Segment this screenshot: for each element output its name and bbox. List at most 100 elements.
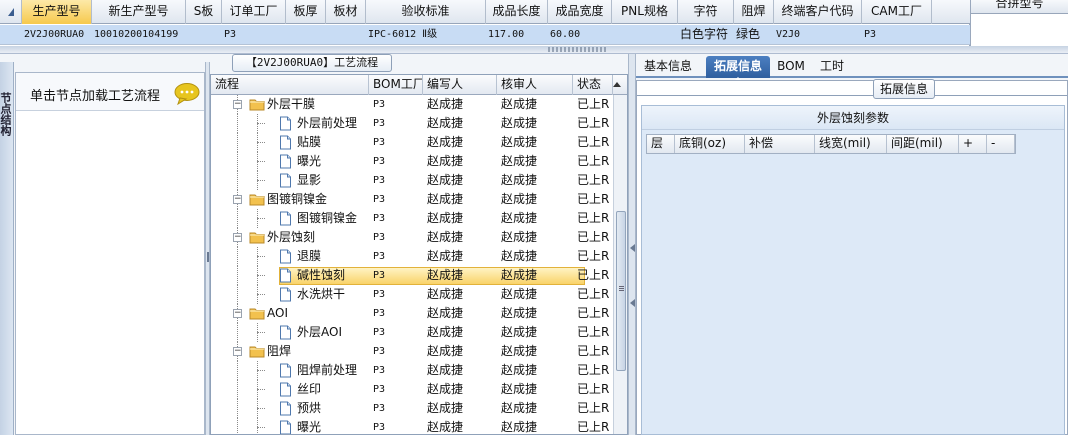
cell-product-width: 60.00 <box>550 29 581 40</box>
status: 已上R <box>577 325 610 339</box>
tree-step-row[interactable]: 水洗烘干 P3 赵成捷 赵成捷 已上R <box>211 285 613 304</box>
col-order-factory[interactable]: 订单工厂 <box>222 0 286 24</box>
bom-factory: P3 <box>373 99 386 110</box>
tab-bom[interactable]: BOM <box>774 56 808 78</box>
reviewer: 赵成捷 <box>501 154 538 168</box>
writer: 赵成捷 <box>427 420 464 434</box>
scrollbar-thumb[interactable] <box>616 211 626 371</box>
tree-step-row[interactable]: 曝光 P3 赵成捷 赵成捷 已上R <box>211 152 613 171</box>
tree-line <box>257 389 265 390</box>
order-grid: 生产型号 新生产型号 S板 订单工厂 板厚 板材 验收标准 成品长度 成品宽度 … <box>0 0 970 46</box>
col-product-length[interactable]: 成品长度 <box>486 0 548 24</box>
col-writer[interactable]: 编写人 <box>423 75 497 95</box>
col-status[interactable]: 状态 <box>573 75 613 95</box>
col-layer[interactable]: 层 <box>647 135 675 153</box>
col-character[interactable]: 字符 <box>678 0 734 24</box>
col-production-model[interactable]: 生产型号 <box>22 0 92 24</box>
tree-group-row[interactable]: − 图镀铜镍金 P3 赵成捷 赵成捷 已上R <box>211 190 613 209</box>
writer: 赵成捷 <box>427 154 464 168</box>
step-name: 阻焊前处理 <box>297 363 358 377</box>
folder-icon <box>249 192 265 209</box>
bom-factory: P3 <box>373 365 386 376</box>
tree-step-row[interactable]: 贴膜 P3 赵成捷 赵成捷 已上R <box>211 133 613 152</box>
step-name: 外层蚀刻 <box>267 230 316 244</box>
col-spacing[interactable]: 间距(mil) <box>887 135 959 153</box>
tab-extended-info[interactable]: 拓展信息 <box>706 56 770 81</box>
sort-up-icon[interactable] <box>613 82 621 87</box>
cell-thickness <box>286 25 326 45</box>
cell-new-production-model: 10010200104199 <box>94 29 179 40</box>
col-pnl-spec[interactable]: PNL规格 <box>612 0 678 24</box>
group-divider <box>637 95 1067 96</box>
col-line-width[interactable]: 线宽(mil) <box>815 135 887 153</box>
col-flow[interactable]: 流程 <box>211 75 369 95</box>
col-thickness[interactable]: 板厚 <box>286 0 326 24</box>
document-icon <box>279 211 292 229</box>
tree-step-row[interactable]: 碱性蚀刻 P3 赵成捷 赵成捷 已上R <box>211 266 613 285</box>
col-s-board[interactable]: S板 <box>186 0 222 24</box>
tree-step-row[interactable]: 曝光 P3 赵成捷 赵成捷 已上R <box>211 418 613 434</box>
col-new-production-model[interactable]: 新生产型号 <box>92 0 186 24</box>
tree-line <box>237 361 238 380</box>
col-acceptance-standard[interactable]: 验收标准 <box>366 0 486 24</box>
step-name: 曝光 <box>297 154 322 168</box>
tree-step-row[interactable]: 外层前处理 P3 赵成捷 赵成捷 已上R <box>211 114 613 133</box>
cell-s-board <box>186 25 222 45</box>
col-solder-mask[interactable]: 阻焊 <box>734 0 774 24</box>
tree-group-row[interactable]: − AOI P3 赵成捷 赵成捷 已上R <box>211 304 613 323</box>
splitter-grip[interactable] <box>548 47 608 52</box>
collapse-left-icon[interactable] <box>630 244 635 252</box>
tree-group-row[interactable]: − 外层蚀刻 P3 赵成捷 赵成捷 已上R <box>211 228 613 247</box>
writer: 赵成捷 <box>427 268 464 282</box>
status: 已上R <box>577 249 610 263</box>
tree-step-row[interactable]: 退膜 P3 赵成捷 赵成捷 已上R <box>211 247 613 266</box>
add-row-button[interactable]: + <box>959 135 987 153</box>
tab-work-hours[interactable]: 工时 <box>814 56 850 78</box>
tree-line <box>257 180 265 181</box>
col-cam-factory[interactable]: CAM工厂 <box>862 0 932 24</box>
col-product-width[interactable]: 成品宽度 <box>548 0 612 24</box>
tree-line <box>237 209 238 228</box>
status: 已上R <box>577 344 610 358</box>
col-compensation[interactable]: 补偿 <box>745 135 815 153</box>
collapse-toggle-icon[interactable]: − <box>233 100 242 109</box>
tab-basic-info[interactable]: 基本信息 <box>638 56 698 78</box>
document-icon <box>279 363 292 381</box>
process-scrollbar[interactable] <box>613 95 627 434</box>
col-bom-factory[interactable]: BOM工厂 <box>369 75 423 95</box>
collapse-toggle-icon[interactable]: − <box>233 309 242 318</box>
writer: 赵成捷 <box>427 249 464 263</box>
tree-step-row[interactable]: 图镀铜镍金 P3 赵成捷 赵成捷 已上R <box>211 209 613 228</box>
tree-group-row[interactable]: − 外层干膜 P3 赵成捷 赵成捷 已上R <box>211 95 613 114</box>
top-splitter[interactable] <box>0 46 1068 54</box>
cell-production-model: 2V2J00RUA0 <box>24 29 85 40</box>
col-customer-code[interactable]: 终端客户代码 <box>774 0 862 24</box>
col-base-copper[interactable]: 底铜(oz) <box>675 135 745 153</box>
col-material[interactable]: 板材 <box>326 0 366 24</box>
merge-model-box: 合拼型号 <box>970 0 1068 46</box>
right-splitter[interactable] <box>628 54 636 435</box>
tree-step-row[interactable]: 阻焊前处理 P3 赵成捷 赵成捷 已上R <box>211 361 613 380</box>
tree-step-row[interactable]: 外层AOI P3 赵成捷 赵成捷 已上R <box>211 323 613 342</box>
collapse-left-icon-2[interactable] <box>630 299 635 307</box>
tree-step-row[interactable]: 预烘 P3 赵成捷 赵成捷 已上R <box>211 399 613 418</box>
bom-factory: P3 <box>373 213 386 224</box>
remove-row-button[interactable]: - <box>987 135 1015 153</box>
step-name: 曝光 <box>297 420 322 434</box>
tree-line <box>237 285 238 304</box>
node-structure-tab[interactable]: 节点结构 <box>0 62 14 435</box>
tree-step-row[interactable]: 显影 P3 赵成捷 赵成捷 已上R <box>211 171 613 190</box>
bom-factory: P3 <box>373 232 386 243</box>
order-grid-row[interactable]: 2V2J00RUA0 10010200104199 P3 IPC-6012 Ⅱ级… <box>0 25 970 45</box>
col-reviewer[interactable]: 核审人 <box>497 75 573 95</box>
reviewer: 赵成捷 <box>501 173 538 187</box>
reviewer: 赵成捷 <box>501 249 538 263</box>
extended-info-legend: 拓展信息 <box>873 79 935 99</box>
tree-group-row[interactable]: − 阻焊 P3 赵成捷 赵成捷 已上R <box>211 342 613 361</box>
tree-step-row[interactable]: 丝印 P3 赵成捷 赵成捷 已上R <box>211 380 613 399</box>
collapse-toggle-icon[interactable]: − <box>233 347 242 356</box>
collapse-toggle-icon[interactable]: − <box>233 233 242 242</box>
collapse-toggle-icon[interactable]: − <box>233 195 242 204</box>
speech-bubble-icon[interactable] <box>174 83 200 108</box>
cell-cam-factory: P3 <box>864 29 877 40</box>
